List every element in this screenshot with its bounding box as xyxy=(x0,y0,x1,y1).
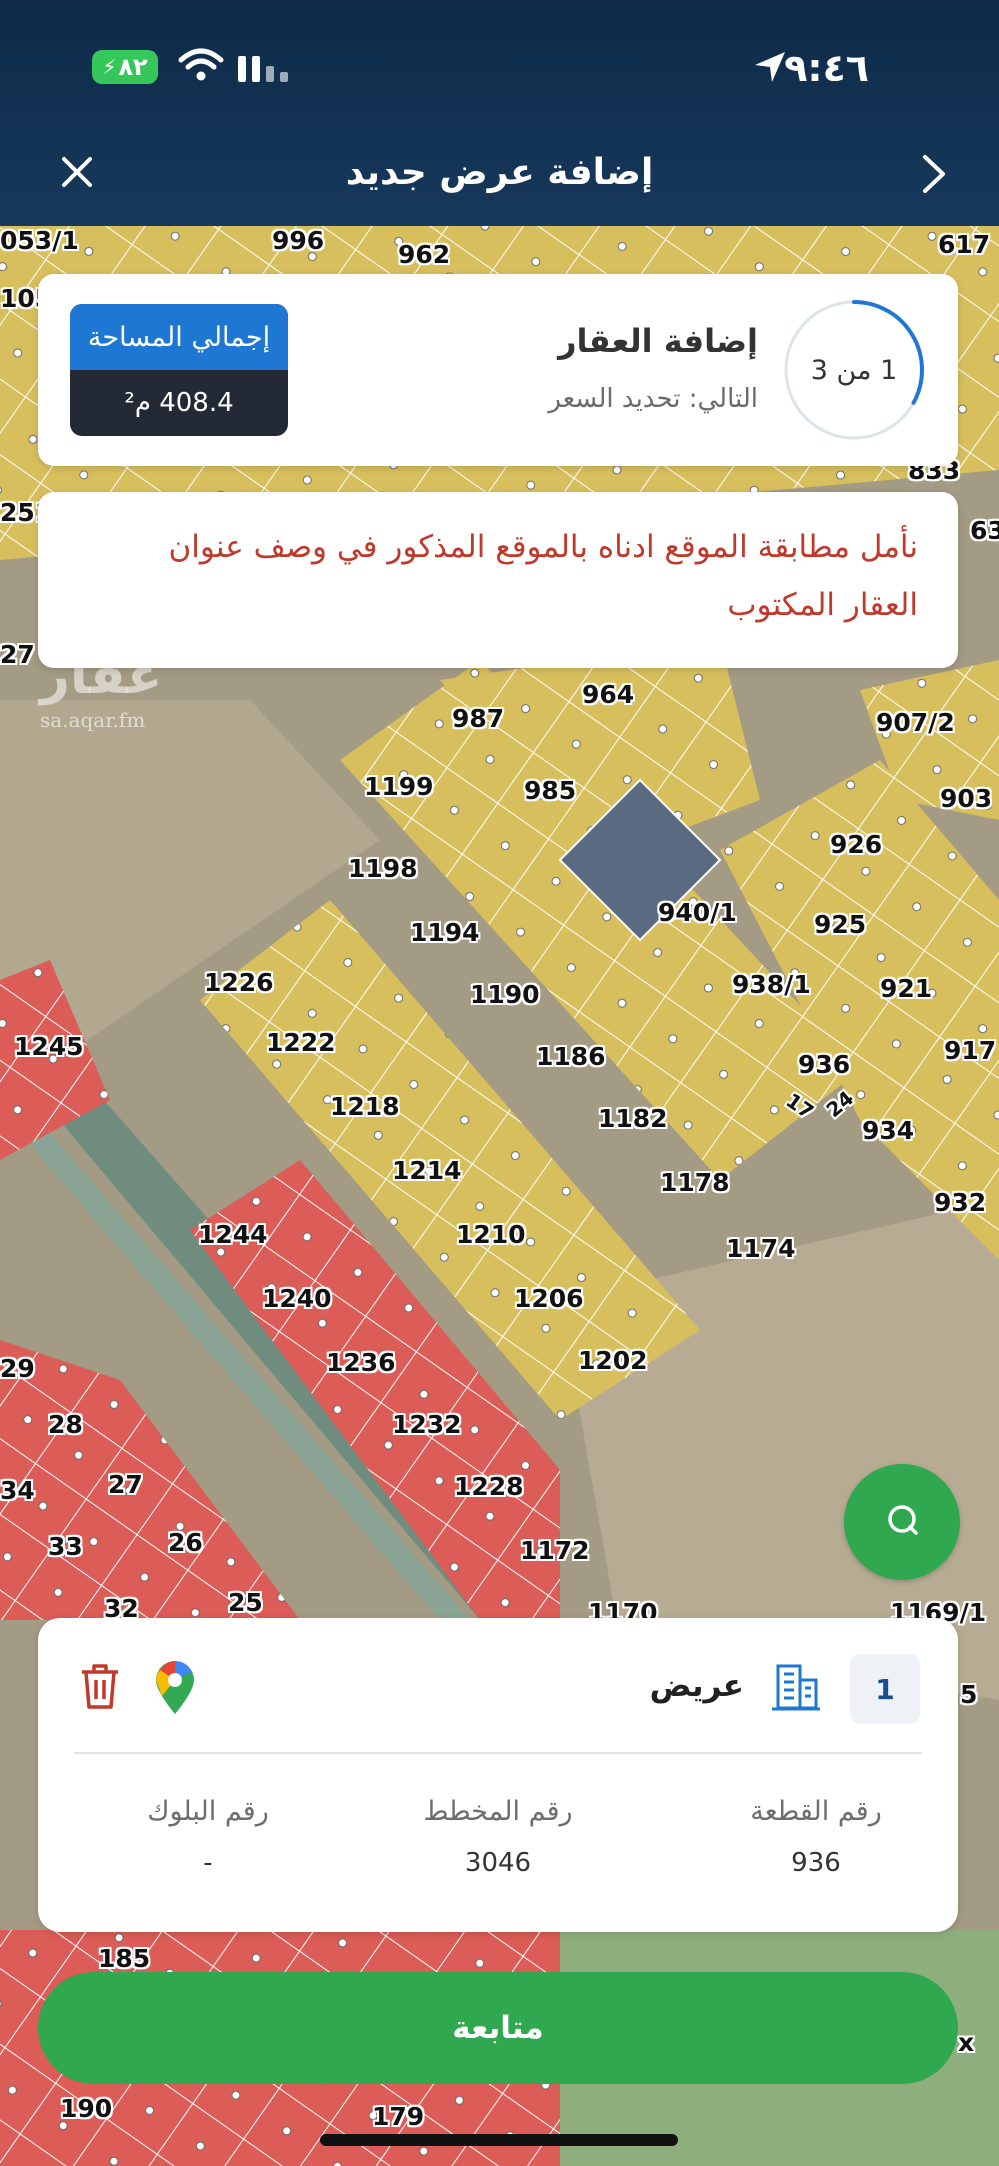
plot-label[interactable]: 190 xyxy=(60,2096,112,2121)
plot-label[interactable]: 33 xyxy=(48,1534,83,1559)
plot-label[interactable]: 907/2 xyxy=(876,710,955,735)
plot-label[interactable]: 1199 xyxy=(364,774,434,799)
block-number-value: - xyxy=(203,1848,213,1878)
plot-label[interactable]: 934 xyxy=(862,1118,914,1143)
trash-icon[interactable] xyxy=(78,1662,122,1714)
notice-card: نأمل مطابقة الموقع ادناه بالموقع المذكور… xyxy=(38,492,958,668)
plot-label[interactable]: 1198 xyxy=(348,856,418,881)
plot-label[interactable]: 964 xyxy=(582,682,634,707)
plot-label[interactable]: 1186 xyxy=(536,1044,606,1069)
plot-label[interactable]: 29 xyxy=(0,1356,35,1381)
cell-signal-icon xyxy=(236,52,292,88)
next-step-label: التالي: تحديد السعر xyxy=(548,384,758,414)
plot-label[interactable]: 28 xyxy=(48,1412,83,1437)
plot-label[interactable]: 1182 xyxy=(598,1106,668,1131)
step-title: إضافة العقار xyxy=(558,322,758,360)
plot-label[interactable]: 26 xyxy=(168,1530,203,1555)
status-time: ٩:٤٦ xyxy=(784,46,869,90)
plot-label[interactable]: 1222 xyxy=(266,1030,336,1055)
plot-label[interactable]: 962 xyxy=(398,242,450,267)
plot-label[interactable]: 1236 xyxy=(326,1350,396,1375)
plot-label[interactable]: 34 xyxy=(0,1478,35,1503)
location-arrow-icon xyxy=(753,50,787,88)
plot-label[interactable]: 1226 xyxy=(204,970,274,995)
top-bar: ⚡ ٨٢ ٩:٤٦ إضافة عرض جديد xyxy=(0,0,999,226)
plot-label[interactable]: 1206 xyxy=(514,1286,584,1311)
scheme-number-label: رقم المخطط xyxy=(423,1796,573,1827)
step-card: 1 من 3 إضافة العقار التالي: تحديد السعر … xyxy=(38,274,958,466)
plot-label[interactable]: 27 xyxy=(108,1472,143,1497)
plot-label[interactable]: 617 xyxy=(938,232,990,257)
plot-label[interactable]: 185 xyxy=(98,1946,150,1971)
plot-label[interactable]: 1178 xyxy=(660,1170,730,1195)
plot-number-value: 936 xyxy=(791,1848,841,1878)
search-icon xyxy=(882,1500,922,1544)
total-area-value: 408.4 م² xyxy=(124,388,234,418)
plot-label[interactable]: 985 xyxy=(524,778,576,803)
plot-label[interactable]: 903 xyxy=(940,786,992,811)
plot-label[interactable]: 940/1 xyxy=(658,900,737,925)
plot-label[interactable]: 996 xyxy=(272,228,324,253)
plot-label[interactable]: 1174 xyxy=(726,1236,796,1261)
plot-label[interactable]: 5 xyxy=(960,1682,977,1707)
chevron-right-icon[interactable] xyxy=(921,153,947,199)
plot-label[interactable]: 1244 xyxy=(198,1222,268,1247)
plot-label[interactable]: 1210 xyxy=(456,1222,526,1247)
plot-label[interactable]: 1228 xyxy=(454,1474,524,1499)
continue-button[interactable]: متابعة xyxy=(38,1972,958,2084)
plot-label[interactable]: 63 xyxy=(970,518,999,543)
plot-label[interactable]: 938/1 xyxy=(732,972,811,997)
plot-label[interactable]: 1172 xyxy=(520,1538,590,1563)
plot-label[interactable]: x xyxy=(958,2030,974,2055)
scheme-number-value: 3046 xyxy=(464,1848,532,1878)
plot-label[interactable]: 1190 xyxy=(470,982,540,1007)
total-area-box: إجمالي المساحة 408.4 م² xyxy=(70,304,288,436)
bolt-icon: ⚡ xyxy=(102,55,117,79)
offer-type: عريض xyxy=(649,1668,744,1704)
offer-card: 1 عريض رقم القطعة 936 رقم المخطط 3046 رق… xyxy=(38,1618,958,1932)
plot-label[interactable]: 926 xyxy=(830,832,882,857)
plot-label[interactable]: 987 xyxy=(452,706,504,731)
building-icon xyxy=(770,1662,822,1716)
plot-label[interactable]: 053/1 xyxy=(0,228,79,253)
plot-label[interactable]: 27 xyxy=(0,642,35,667)
plot-label[interactable]: 1232 xyxy=(392,1412,462,1437)
battery-level: ٨٢ xyxy=(118,53,148,81)
search-button[interactable] xyxy=(844,1464,960,1580)
google-maps-icon[interactable] xyxy=(154,1660,196,1720)
plot-number-label: رقم القطعة xyxy=(750,1796,882,1827)
plot-label[interactable]: 1218 xyxy=(330,1094,400,1119)
plot-label[interactable]: 921 xyxy=(880,976,932,1001)
plot-label[interactable]: 925 xyxy=(814,912,866,937)
plot-label[interactable]: 1245 xyxy=(14,1034,84,1059)
step-progress-label: 1 من 3 xyxy=(810,354,898,386)
plot-label[interactable]: 179 xyxy=(372,2104,424,2129)
plot-label[interactable]: 25 xyxy=(228,1590,263,1615)
plot-label[interactable]: 917 xyxy=(944,1038,996,1063)
plot-label[interactable]: 1240 xyxy=(262,1286,332,1311)
offer-index: 1 xyxy=(850,1654,920,1724)
home-indicator xyxy=(320,2134,678,2146)
plot-label[interactable]: 936 xyxy=(798,1052,850,1077)
block-number-label: رقم البلوك xyxy=(147,1796,269,1827)
notice-text: نأمل مطابقة الموقع ادناه بالموقع المذكور… xyxy=(168,529,919,623)
divider xyxy=(74,1752,922,1754)
plot-label[interactable]: 1202 xyxy=(578,1348,648,1373)
plot-label[interactable]: 1194 xyxy=(410,920,480,945)
aqar-watermark-url: sa.aqar.fm xyxy=(40,708,146,732)
total-area-label: إجمالي المساحة xyxy=(70,304,288,370)
wifi-icon xyxy=(178,48,224,86)
plot-label[interactable]: 1214 xyxy=(392,1158,462,1183)
page-title: إضافة عرض جديد xyxy=(345,152,654,193)
battery-indicator: ⚡ ٨٢ xyxy=(92,50,158,84)
plot-label[interactable]: 932 xyxy=(934,1190,986,1215)
